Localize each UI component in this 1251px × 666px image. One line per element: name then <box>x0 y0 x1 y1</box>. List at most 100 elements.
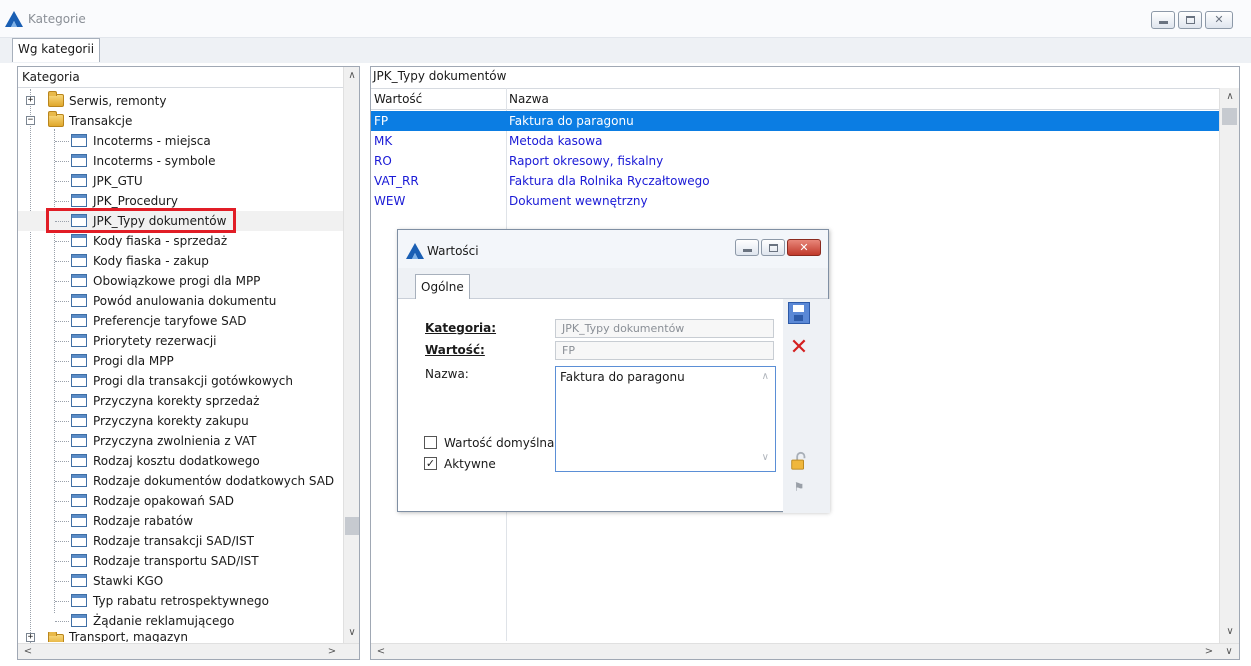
tab-ogolne[interactable]: Ogólne <box>415 274 470 300</box>
tree-item-label: Rodzaje transportu SAD/IST <box>93 554 259 568</box>
delete-icon[interactable]: ✕ <box>788 337 810 359</box>
category-window-icon <box>71 394 87 407</box>
scroll-right-icon[interactable]: > <box>324 646 340 657</box>
tree-item[interactable]: Obowiązkowe progi dla MPP <box>18 271 343 291</box>
tree-item[interactable]: Przyczyna zwolnienia z VAT <box>18 431 343 451</box>
cell-nazwa: Metoda kasowa <box>509 134 603 148</box>
tree-connector <box>55 441 69 442</box>
active-checkbox[interactable]: ✓ <box>424 457 437 470</box>
column-nazwa[interactable]: Nazwa <box>506 89 549 109</box>
scroll-thumb[interactable] <box>1222 108 1237 125</box>
scroll-down-icon[interactable]: ∨ <box>344 627 359 638</box>
tree-connector <box>55 161 69 162</box>
tree-item[interactable]: Priorytety rezerwacji <box>18 331 343 351</box>
table-row[interactable]: WEW Dokument wewnętrzny <box>371 191 1219 211</box>
table-row[interactable]: MK Metoda kasowa <box>371 131 1219 151</box>
lock-icon[interactable] <box>788 450 810 472</box>
tree-item-label: Przyczyna zwolnienia z VAT <box>93 434 257 448</box>
tab-wg-kategorii[interactable]: Wg kategorii <box>12 38 101 62</box>
scroll-thumb[interactable] <box>345 517 359 535</box>
tree-item-label: Żądanie reklamującego <box>93 614 235 628</box>
expand-plus-icon[interactable]: + <box>26 96 35 105</box>
dialog-toolbar: ✕ ⚑ <box>783 299 830 513</box>
tree-horizontal-scrollbar[interactable]: < > <box>18 643 359 659</box>
values-dialog: Wartości ✕ Ogólne Kategoria: JPK_Typy do… <box>397 229 830 513</box>
table-row[interactable]: RO Raport okresowy, fiskalny <box>371 151 1219 171</box>
category-window-icon <box>71 494 87 507</box>
tree-connector <box>55 541 69 542</box>
expand-plus-icon[interactable]: + <box>26 633 35 642</box>
default-value-checkbox[interactable] <box>424 436 437 449</box>
scroll-down-icon[interactable]: ∨ <box>1221 646 1237 657</box>
category-window-icon <box>71 134 87 147</box>
nazwa-textarea[interactable]: Faktura do paragonu ∧ ∨ <box>555 366 776 472</box>
column-wartosc[interactable]: Wartość <box>371 89 422 109</box>
grid-horizontal-scrollbar[interactable]: < > ∨ <box>371 643 1239 659</box>
tree-group-transport[interactable]: + Transport, magazyn <box>18 632 343 642</box>
tree-item[interactable]: Przyczyna korekty zakupu <box>18 411 343 431</box>
tree-item[interactable]: Rodzaje transportu SAD/IST <box>18 551 343 571</box>
dialog-maximize-button[interactable] <box>761 239 785 256</box>
tree-item[interactable]: Żądanie reklamującego <box>18 611 343 631</box>
tree-connector <box>55 501 69 502</box>
dialog-minimize-button[interactable] <box>735 239 759 256</box>
tree-connector <box>55 301 69 302</box>
tree-item-label: Progi dla transakcji gotówkowych <box>93 374 293 388</box>
scroll-right-icon[interactable]: > <box>1201 646 1217 657</box>
table-row[interactable]: VAT_RR Faktura dla Rolnika Ryczałtowego <box>371 171 1219 191</box>
tree-item[interactable]: JPK_GTU <box>18 171 343 191</box>
grid-vertical-scrollbar[interactable]: ∧ ∨ <box>1219 88 1239 643</box>
tree-connector <box>55 241 69 242</box>
tree-item[interactable]: Stawki KGO <box>18 571 343 591</box>
tree-vertical-scrollbar[interactable]: ∧ ∨ <box>343 67 359 643</box>
tree-connector <box>55 521 69 522</box>
scroll-up-icon[interactable]: ∧ <box>344 70 359 81</box>
tree-connector <box>55 381 69 382</box>
scroll-left-icon[interactable]: < <box>373 646 389 657</box>
minimize-button[interactable] <box>1151 11 1175 29</box>
scroll-up-icon[interactable]: ∧ <box>1222 91 1238 102</box>
save-icon[interactable] <box>788 302 810 324</box>
tree-item[interactable]: Rodzaje transakcji SAD/IST <box>18 531 343 551</box>
tree-item[interactable]: Typ rabatu retrospektywnego <box>18 591 343 611</box>
tree-connector <box>55 481 69 482</box>
tree-item[interactable]: Rodzaj kosztu dodatkowego <box>18 451 343 471</box>
dialog-close-button[interactable]: ✕ <box>787 239 821 256</box>
collapse-minus-icon[interactable]: − <box>26 116 35 125</box>
tree-item[interactable]: Kody fiaska - sprzedaż <box>18 231 343 251</box>
tree-item[interactable]: Progi dla MPP <box>18 351 343 371</box>
scroll-down-icon[interactable]: ∨ <box>1222 626 1238 637</box>
maximize-button[interactable] <box>1178 11 1202 29</box>
category-window-icon <box>71 154 87 167</box>
tree-item[interactable]: Progi dla transakcji gotówkowych <box>18 371 343 391</box>
tree-connector <box>55 621 69 622</box>
tree-item[interactable]: Przyczyna korekty sprzedaż <box>18 391 343 411</box>
tree-item[interactable]: Rodzaje opakowań SAD <box>18 491 343 511</box>
tree-connector <box>55 461 69 462</box>
scroll-left-icon[interactable]: < <box>20 646 36 657</box>
close-button[interactable]: ✕ <box>1205 11 1233 29</box>
tree-item[interactable]: Incoterms - miejsca <box>18 131 343 151</box>
tree-item[interactable]: Rodzaje dokumentów dodatkowych SAD <box>18 471 343 491</box>
tree-item[interactable]: Powód anulowania dokumentu <box>18 291 343 311</box>
cell-nazwa: Raport okresowy, fiskalny <box>509 154 664 168</box>
tree-item-label: Przyczyna korekty sprzedaż <box>93 394 260 408</box>
table-row[interactable]: FP Faktura do paragonu <box>371 111 1219 131</box>
category-window-icon <box>71 574 87 587</box>
tree-item-label: Priorytety rezerwacji <box>93 334 217 348</box>
textarea-scroll-down-icon[interactable]: ∨ <box>762 452 769 463</box>
tree-item[interactable]: Rodzaje rabatów <box>18 511 343 531</box>
kategoria-field[interactable]: JPK_Typy dokumentów <box>555 319 774 338</box>
textarea-scroll-up-icon[interactable]: ∧ <box>762 371 769 382</box>
tree-item[interactable]: Kody fiaska - zakup <box>18 251 343 271</box>
tree-group-transakcje[interactable]: − Transakcje <box>18 111 343 131</box>
category-window-icon <box>71 434 87 447</box>
tree-group-serwis[interactable]: + Serwis, remonty <box>18 91 343 111</box>
wartosc-field[interactable]: FP <box>555 341 774 360</box>
window-controls: ✕ <box>1151 11 1233 29</box>
tree-item[interactable]: Incoterms - symbole <box>18 151 343 171</box>
window-title: Kategorie <box>28 12 86 26</box>
tree-item[interactable]: Preferencje taryfowe SAD <box>18 311 343 331</box>
flag-icon[interactable]: ⚑ <box>788 476 810 498</box>
tree-header[interactable]: Kategoria <box>18 67 343 88</box>
